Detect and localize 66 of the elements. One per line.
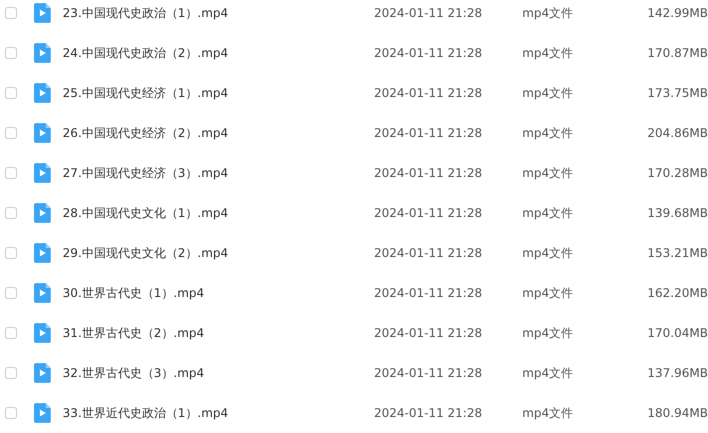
file-type: mp4文件 [522, 324, 574, 342]
video-file-icon [34, 83, 51, 103]
checkbox[interactable] [5, 7, 17, 19]
checkbox[interactable] [5, 367, 17, 379]
file-name[interactable]: 25.中国现代史经济（1）.mp4 [62, 84, 374, 102]
file-type: mp4文件 [522, 44, 574, 62]
checkbox[interactable] [5, 127, 17, 139]
modified-date: 2024-01-11 21:28 [374, 286, 484, 300]
modified-date: 2024-01-11 21:28 [374, 246, 484, 260]
file-name[interactable]: 27.中国现代史经济（3）.mp4 [62, 164, 374, 182]
file-name[interactable]: 33.世界近代史政治（1）.mp4 [62, 404, 374, 422]
file-type: mp4文件 [522, 244, 574, 262]
video-file-icon [34, 3, 51, 23]
modified-date: 2024-01-11 21:28 [374, 406, 484, 420]
modified-date: 2024-01-11 21:28 [374, 126, 484, 140]
file-name[interactable]: 32.世界古代史（3）.mp4 [62, 364, 374, 382]
checkbox[interactable] [5, 47, 17, 59]
modified-date: 2024-01-11 21:28 [374, 326, 484, 340]
file-type: mp4文件 [522, 284, 574, 302]
video-file-icon [34, 203, 51, 223]
video-file-icon [34, 363, 51, 383]
video-file-icon [34, 123, 51, 143]
file-name[interactable]: 28.中国现代史文化（1）.mp4 [62, 204, 374, 222]
file-size: 162.20MB [646, 286, 708, 300]
file-type: mp4文件 [522, 364, 574, 382]
file-size: 170.04MB [646, 326, 708, 340]
file-size: 170.28MB [646, 166, 708, 180]
modified-date: 2024-01-11 21:28 [374, 6, 484, 20]
file-size: 153.21MB [646, 246, 708, 260]
video-file-icon [34, 403, 51, 423]
video-file-icon [34, 163, 51, 183]
file-name[interactable]: 23.中国现代史政治（1）.mp4 [62, 4, 374, 22]
modified-date: 2024-01-11 21:28 [374, 166, 484, 180]
checkbox[interactable] [5, 407, 17, 419]
file-size: 173.75MB [646, 86, 708, 100]
file-type: mp4文件 [522, 4, 574, 22]
checkbox[interactable] [5, 247, 17, 259]
checkbox[interactable] [5, 167, 17, 179]
file-name[interactable]: 30.世界古代史（1）.mp4 [62, 284, 374, 302]
video-file-icon [34, 243, 51, 263]
checkbox[interactable] [5, 287, 17, 299]
file-size: 137.96MB [646, 366, 708, 380]
file-type: mp4文件 [522, 404, 574, 422]
file-name[interactable]: 31.世界古代史（2）.mp4 [62, 324, 374, 342]
file-size: 142.99MB [646, 6, 708, 20]
file-name[interactable]: 26.中国现代史经济（2）.mp4 [62, 124, 374, 142]
checkbox[interactable] [5, 327, 17, 339]
video-file-icon [34, 283, 51, 303]
file-size: 139.68MB [646, 206, 708, 220]
file-type: mp4文件 [522, 164, 574, 182]
file-name[interactable]: 24.中国现代史政治（2）.mp4 [62, 44, 374, 62]
file-size: 180.94MB [646, 406, 708, 420]
checkbox[interactable] [5, 207, 17, 219]
modified-date: 2024-01-11 21:28 [374, 46, 484, 60]
video-file-icon [34, 43, 51, 63]
file-name[interactable]: 29.中国现代史文化（2）.mp4 [62, 244, 374, 262]
video-file-icon [34, 323, 51, 343]
modified-date: 2024-01-11 21:28 [374, 366, 484, 380]
file-size: 204.86MB [646, 126, 708, 140]
modified-date: 2024-01-11 21:28 [374, 206, 484, 220]
file-type: mp4文件 [522, 84, 574, 102]
file-size: 170.87MB [646, 46, 708, 60]
file-type: mp4文件 [522, 124, 574, 142]
modified-date: 2024-01-11 21:28 [374, 86, 484, 100]
checkbox[interactable] [5, 87, 17, 99]
file-type: mp4文件 [522, 204, 574, 222]
